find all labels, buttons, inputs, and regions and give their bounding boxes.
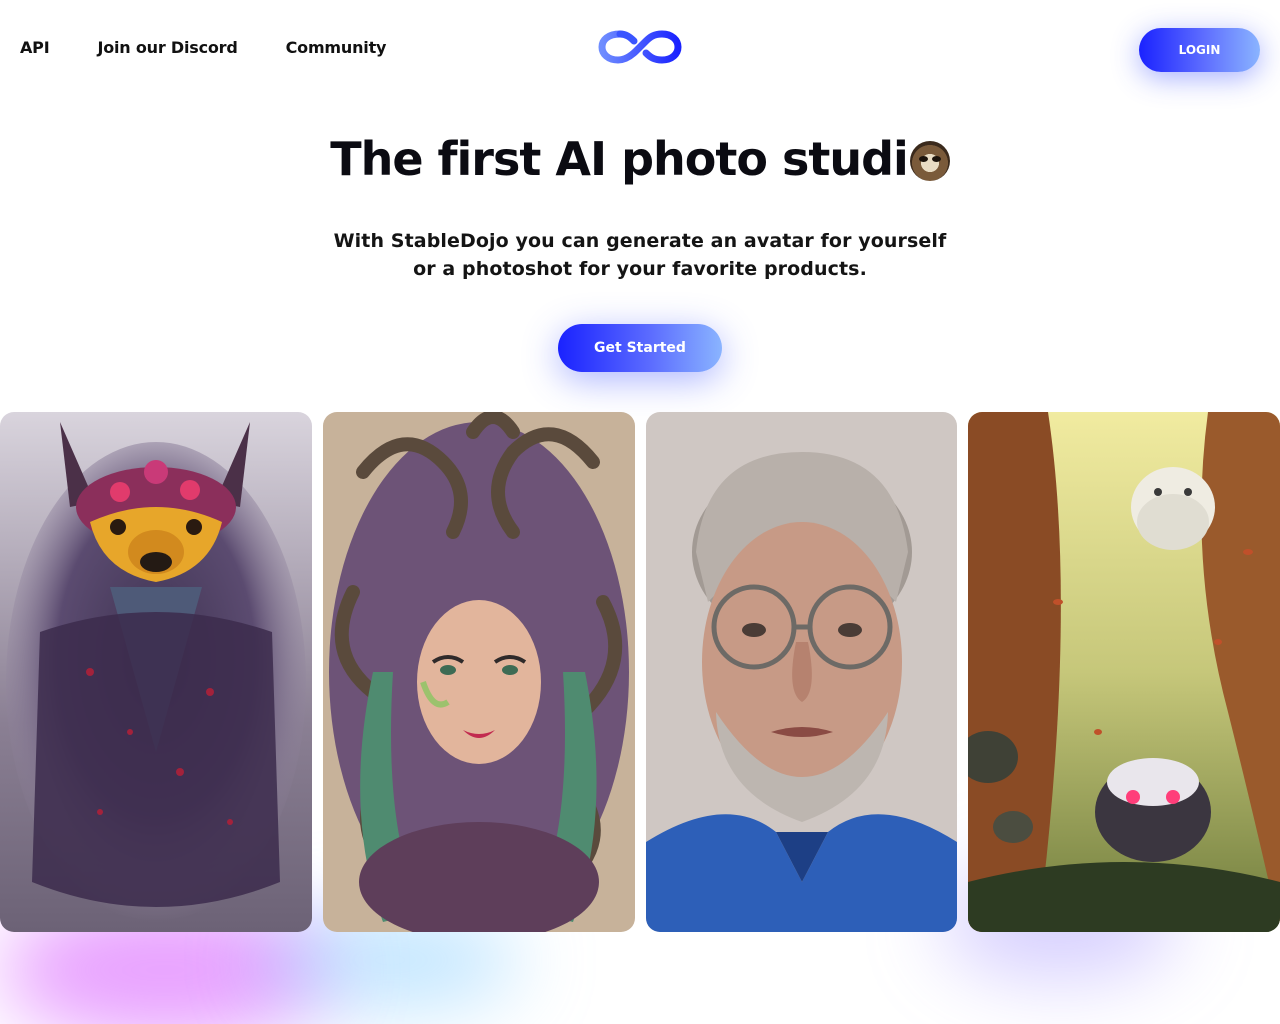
hero-subtitle: With StableDojo you can generate an avat… xyxy=(333,230,947,280)
nav-link-community[interactable]: Community xyxy=(286,38,387,57)
older-man-glasses-portrait-image xyxy=(646,412,957,932)
image-gallery xyxy=(0,412,1280,932)
login-button[interactable]: LOGIN xyxy=(1139,28,1260,72)
stabledojo-logo[interactable] xyxy=(598,28,682,66)
nav-links: API Join our Discord Community xyxy=(20,38,386,57)
nav-link-discord[interactable]: Join our Discord xyxy=(97,38,237,57)
nav-link-api[interactable]: API xyxy=(20,38,50,57)
infinity-logo-icon xyxy=(598,30,682,64)
hero-title-text: The first AI photo studi xyxy=(330,132,909,186)
top-navigation: API Join our Discord Community LOGIN xyxy=(0,0,1280,98)
cute-creatures-forest-image xyxy=(968,412,1280,932)
creature-portrait-image xyxy=(0,412,312,932)
sloth-emoji-icon xyxy=(909,141,950,181)
hero-title: The first AI photo studi xyxy=(0,132,1280,186)
get-started-button[interactable]: Get Started xyxy=(558,324,722,372)
medusa-portrait-image xyxy=(323,412,635,932)
